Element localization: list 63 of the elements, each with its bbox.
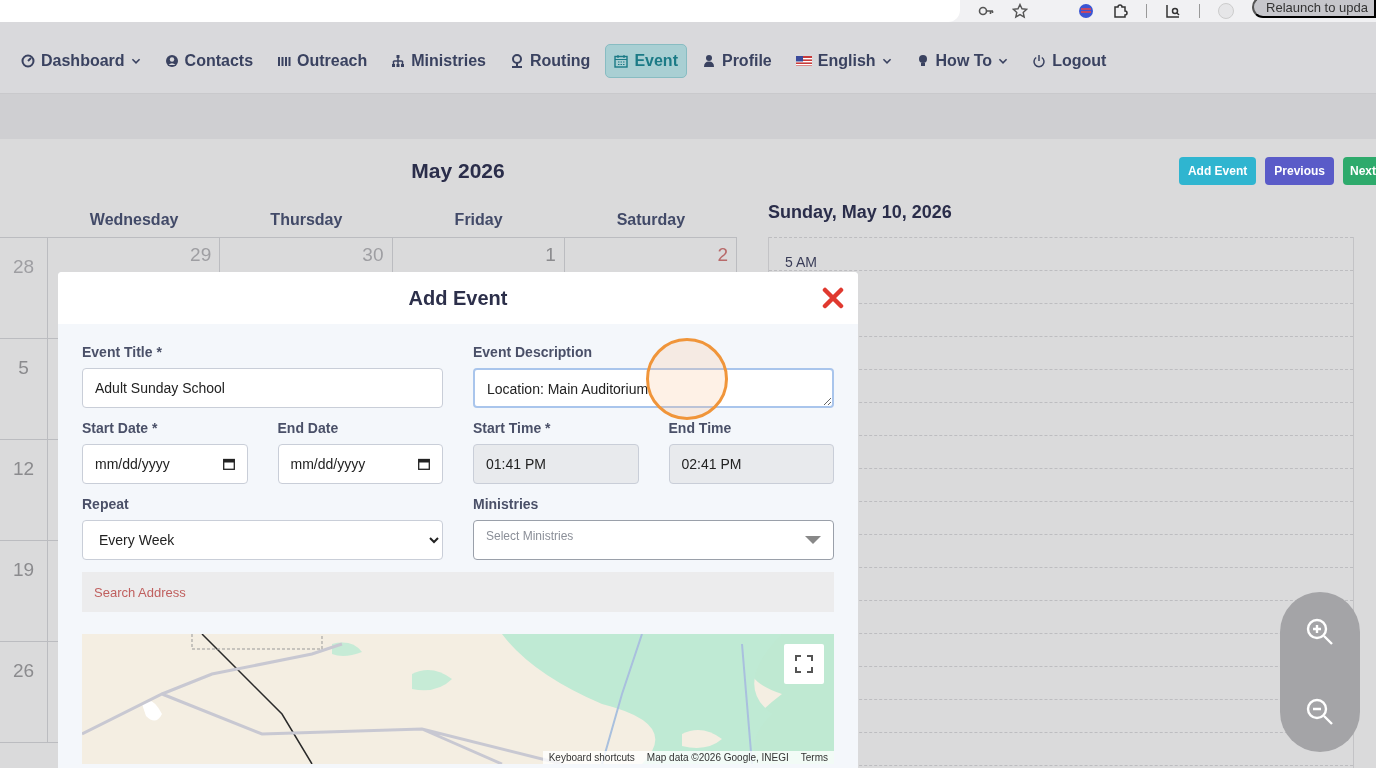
text-field[interactable]: Adult Sunday School [82,368,443,408]
calendar-icon [614,53,629,68]
day-number: 26 [12,660,35,682]
nav-item[interactable]: Logout [1023,43,1116,78]
nav-item[interactable]: Outreach [268,43,377,78]
day-number: 2 [717,244,728,266]
day-number: 1 [545,244,556,266]
hour-label: 5 AM [785,254,817,270]
calendar-icon[interactable] [418,458,430,470]
date-field[interactable]: mm/dd/yyyy [277,444,443,484]
month-title: May 2026 [410,159,506,183]
calendar-icon[interactable] [222,458,235,470]
field-label: Start Time * [473,420,552,436]
map-attribution[interactable]: Keyboard shortcuts [542,751,641,764]
previous-button[interactable]: Previous [1265,157,1334,185]
day-number: 28 [12,256,35,278]
relaunch-button[interactable]: Relaunch to upda [1252,0,1376,18]
caret-icon [805,535,821,545]
gauge-icon [21,53,35,68]
nav-item[interactable]: Profile [692,43,781,78]
field-label: End Time [668,420,733,436]
power-icon [1032,53,1047,68]
close-icon[interactable] [822,287,844,309]
nav-item[interactable]: Dashboard [12,43,150,78]
day-number: 30 [362,244,384,266]
pin-icon [509,53,524,68]
weekday-header: Saturday [615,211,687,229]
nav-item[interactable]: Ministries [382,43,495,78]
search-address-field[interactable]: Search Address [82,572,834,612]
puzzle-icon[interactable] [1112,3,1129,19]
weekday-header: Wednesday [88,211,180,229]
field-label: Event Description [473,344,594,360]
user-circle-icon [164,53,179,68]
field-label: Repeat [82,496,130,512]
fullscreen-icon [795,655,813,673]
nav-item[interactable]: Routing [500,43,600,78]
weekday-header: Friday [453,211,504,229]
description-field[interactable]: Location: Main Auditorium [473,368,834,408]
field-label: Event Title * [82,344,163,360]
date-field[interactable]: mm/dd/yyyy [82,444,248,484]
map-attribution[interactable]: Terms [794,751,834,764]
repeat-select[interactable]: Every Week [82,520,443,560]
page-search-icon[interactable] [1165,3,1182,19]
day-number: 12 [12,458,35,480]
sitemap-icon [391,53,406,68]
flag-icon [795,53,812,68]
nav-item[interactable]: English [786,43,901,78]
nav-item[interactable]: How To [906,43,1018,78]
fullscreen-button[interactable] [784,644,824,684]
dialog-title: Add Event [408,286,508,310]
field-label: Ministries [473,496,540,512]
day-title: Sunday, May 10, 2026 [768,200,953,224]
field-label: End Date [277,420,340,436]
field-label: Start Date * [82,420,159,436]
map-attribution[interactable]: Map data ©2026 Google, INEGI [640,751,795,764]
weekday-header: Thursday [269,211,344,229]
day-number: 19 [12,559,35,581]
extension-icon[interactable] [1078,3,1095,19]
person-icon [701,53,716,68]
nav-item[interactable]: Contacts [155,43,263,78]
day-number: 29 [190,244,212,266]
day-number: 5 [18,357,29,379]
star-icon[interactable] [1012,3,1029,19]
